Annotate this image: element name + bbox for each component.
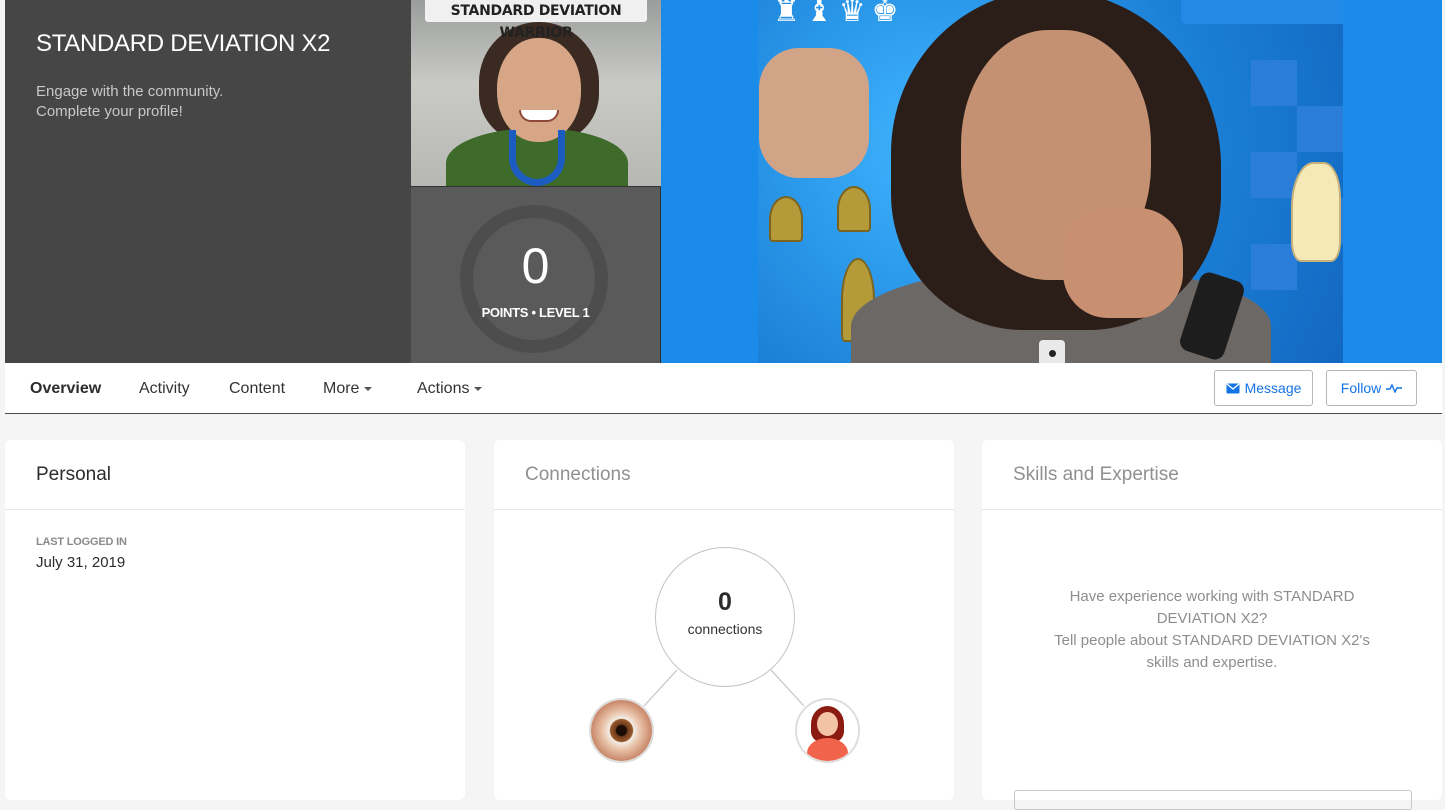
tagline-line-1: Engage with the community. — [36, 83, 224, 100]
tab-overview-label: Overview — [30, 380, 102, 397]
skills-prompt-line-2: Tell people about STANDARD DEVIATION X2'… — [1054, 632, 1370, 671]
avatar-smile — [519, 110, 559, 122]
board-square — [1297, 106, 1343, 152]
personal-card-body: LAST LOGGED IN July 31, 2019 — [5, 510, 465, 597]
profile-info-panel: STANDARD DEVIATION X2 Engage with the co… — [5, 0, 411, 363]
chess-pawn — [837, 186, 871, 232]
message-button[interactable]: Message — [1214, 370, 1313, 406]
follow-button-label: Follow — [1340, 380, 1382, 396]
skills-prompt: Have experience working with STANDARD DE… — [982, 510, 1442, 674]
connections-count: 0 — [718, 588, 732, 616]
board-square — [1251, 244, 1297, 290]
board-square — [1251, 152, 1297, 198]
tab-content[interactable]: Content — [229, 380, 285, 398]
follow-button[interactable]: Follow — [1326, 370, 1417, 406]
profile-avatar-column: STANDARD DEVIATION WARRIOR 0 POINTS • LE… — [411, 0, 661, 363]
skills-prompt-line-1: Have experience working with STANDARD DE… — [1069, 588, 1355, 627]
board-square — [1251, 60, 1297, 106]
cover-hand-holding-piece — [759, 48, 869, 178]
tab-overview[interactable]: Overview — [30, 380, 101, 398]
avatar-caption: STANDARD DEVIATION WARRIOR — [425, 0, 647, 41]
connection-avatar-eye[interactable] — [589, 698, 654, 763]
cover-image: ♜♝♛♚ — [661, 0, 1442, 363]
points-panel: 0 POINTS • LEVEL 1 — [411, 187, 660, 363]
chess-knight-white — [1291, 162, 1341, 262]
tab-activity[interactable]: Activity — [139, 380, 190, 398]
personal-card-title: Personal — [5, 440, 465, 510]
profile-avatar[interactable]: STANDARD DEVIATION WARRIOR — [411, 0, 661, 187]
tab-content-label: Content — [229, 380, 286, 397]
chess-pawn — [769, 196, 803, 242]
chevron-down-icon — [364, 386, 373, 391]
skills-card-title: Skills and Expertise — [982, 440, 1442, 510]
chevron-down-icon — [474, 386, 483, 391]
tab-actions-label: Actions — [417, 380, 470, 397]
last-logged-label: LAST LOGGED IN — [36, 536, 127, 548]
tab-more-label: More — [323, 380, 360, 397]
tagline-line-2[interactable]: Complete your profile! — [36, 102, 380, 122]
points-level-label: POINTS • LEVEL 1 — [481, 305, 590, 320]
connection-avatar-user[interactable] — [795, 698, 860, 763]
pulse-icon — [1386, 383, 1403, 393]
connections-card: Connections 0 connections — [494, 440, 954, 800]
connections-count-circle[interactable]: 0 connections — [655, 547, 795, 687]
profile-name: STANDARD DEVIATION X2 — [36, 30, 331, 57]
connections-count-label: connections — [687, 621, 763, 637]
envelope-icon — [1226, 383, 1240, 393]
skills-card: Skills and Expertise Have experience wor… — [982, 440, 1442, 810]
chess-pieces-top: ♜♝♛♚ — [773, 0, 905, 29]
cover-corner-tab — [1181, 0, 1343, 24]
tab-actions[interactable]: Actions — [417, 380, 483, 398]
points-value: 0 — [521, 238, 550, 294]
profile-banner: STANDARD DEVIATION X2 Engage with the co… — [5, 0, 1442, 363]
avatar-lanyard — [509, 130, 565, 186]
connections-card-title: Connections — [494, 440, 954, 510]
cover-pager-dot[interactable] — [1039, 340, 1065, 363]
last-logged-value: July 31, 2019 — [36, 554, 126, 571]
avatar-face — [497, 38, 581, 142]
skills-add-button[interactable] — [1014, 790, 1412, 810]
message-button-label: Message — [1244, 380, 1302, 396]
profile-tagline: Engage with the community. Complete your… — [36, 82, 380, 122]
tab-more[interactable]: More — [323, 380, 373, 398]
cover-hand-on-chin — [1063, 208, 1183, 318]
tab-activity-label: Activity — [139, 380, 190, 397]
profile-nav: Overview Activity Content More Actions M… — [5, 363, 1442, 414]
personal-card: Personal LAST LOGGED IN July 31, 2019 — [5, 440, 465, 800]
